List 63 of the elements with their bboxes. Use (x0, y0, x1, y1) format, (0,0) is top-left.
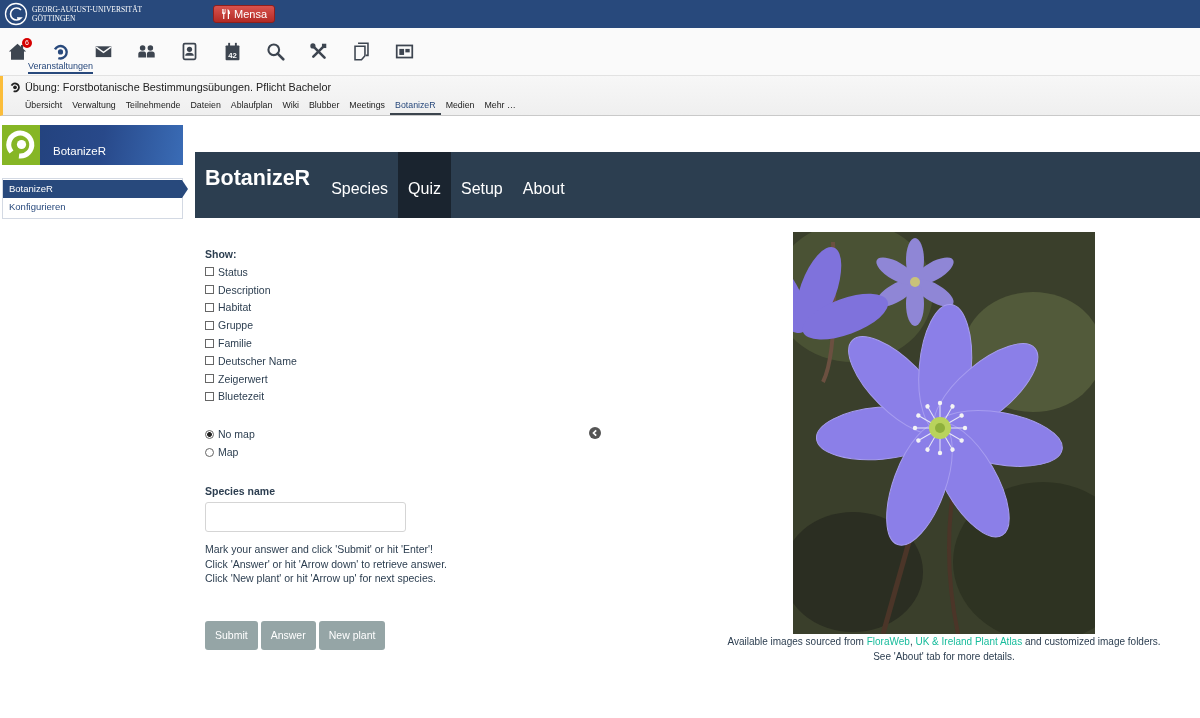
checkbox[interactable] (205, 338, 214, 348)
layout-icon (395, 42, 414, 61)
circle-dot-icon (51, 42, 70, 61)
nav-link[interactable]: 42 (218, 38, 247, 61)
checkbox-label: Habitat (218, 301, 252, 314)
course-tab[interactable]: Medien (440, 98, 480, 115)
course-tab[interactable]: Ablaufplan (225, 98, 278, 115)
checkbox[interactable] (205, 391, 214, 401)
checkbox[interactable] (205, 303, 214, 312)
checkbox-label: Deutscher Name (218, 354, 297, 367)
image-credits-text: Available images sourced from FloraWeb, UK & Ireland Plant Atlas and customized image folders. (727, 635, 1161, 649)
mensa-button[interactable]: Mensa (213, 5, 276, 23)
show-label: Show: (205, 247, 238, 262)
checkbox-label: Description (218, 283, 271, 296)
app-tab[interactable]: Quiz (398, 152, 451, 218)
people-icon (137, 42, 156, 61)
instruction-text: Mark your answer and click 'Submit' or hit 'Enter'! (205, 542, 435, 557)
course-tab[interactable]: Übersicht (20, 98, 68, 115)
plugin-title: BotanizeR (53, 144, 107, 157)
course-tab[interactable]: Verwaltung (67, 98, 121, 115)
documents-icon (352, 42, 371, 61)
course-tab[interactable]: Blubber (304, 98, 345, 115)
instruction-text: Click 'New plant' or hit 'Arrow up' for next species. (205, 571, 437, 586)
field-label: Species name (205, 484, 277, 500)
app-tab[interactable]: Species (321, 152, 399, 218)
about-note-text: See 'About' tab for more details. (873, 650, 1015, 664)
calendar-icon: 42 (223, 42, 242, 61)
checkbox[interactable] (205, 374, 214, 384)
course-tab[interactable]: Dateien (185, 98, 226, 115)
course-tab[interactable]: Mehr … (479, 98, 521, 115)
radio-button[interactable] (205, 447, 214, 457)
checkbox-label: Gruppe (218, 319, 254, 332)
cutlery-icon (221, 9, 231, 19)
app-brand: BotanizeR (205, 165, 311, 192)
instruction-text: Click 'Answer' or hit 'Arrow down' to retrieve answer. (205, 556, 449, 572)
radio-label: No map (218, 428, 255, 441)
person-card-icon (180, 42, 199, 61)
home-icon (8, 42, 27, 61)
circle-dot-icon (9, 81, 21, 93)
tools-icon (309, 42, 328, 61)
course-tab[interactable]: Meetings (344, 98, 391, 115)
checkbox-label: Familie (218, 337, 252, 350)
app-tab[interactable]: About (512, 152, 575, 218)
radio-button[interactable] (205, 429, 214, 439)
search-icon (266, 42, 285, 61)
course-title: Übung: Forstbotanische Bestimmungsübungen. Pflicht Bachelor (25, 81, 332, 93)
app-tab[interactable]: Setup (450, 152, 513, 218)
chevron-left-icon[interactable] (589, 427, 601, 439)
checkbox-label: Status (218, 265, 248, 278)
species-input[interactable] (205, 502, 406, 533)
checkbox[interactable] (205, 320, 214, 330)
course-tab[interactable]: Teilnehmende (120, 98, 186, 115)
course-tab[interactable]: Wiki (277, 98, 304, 115)
sidebar-item[interactable]: BotanizeR (3, 180, 188, 198)
checkbox[interactable] (205, 285, 214, 295)
checkbox[interactable] (205, 356, 214, 366)
checkbox-label: Zeigerwert (218, 372, 268, 385)
checkbox-label: Bluetezeit (218, 390, 265, 403)
radio-label: Map (218, 446, 239, 459)
logo-icon (4, 2, 28, 26)
sidebar-item[interactable]: Konfigurieren (3, 198, 182, 216)
course-tab[interactable]: BotanizeR (390, 98, 441, 115)
checkbox[interactable] (205, 267, 214, 277)
